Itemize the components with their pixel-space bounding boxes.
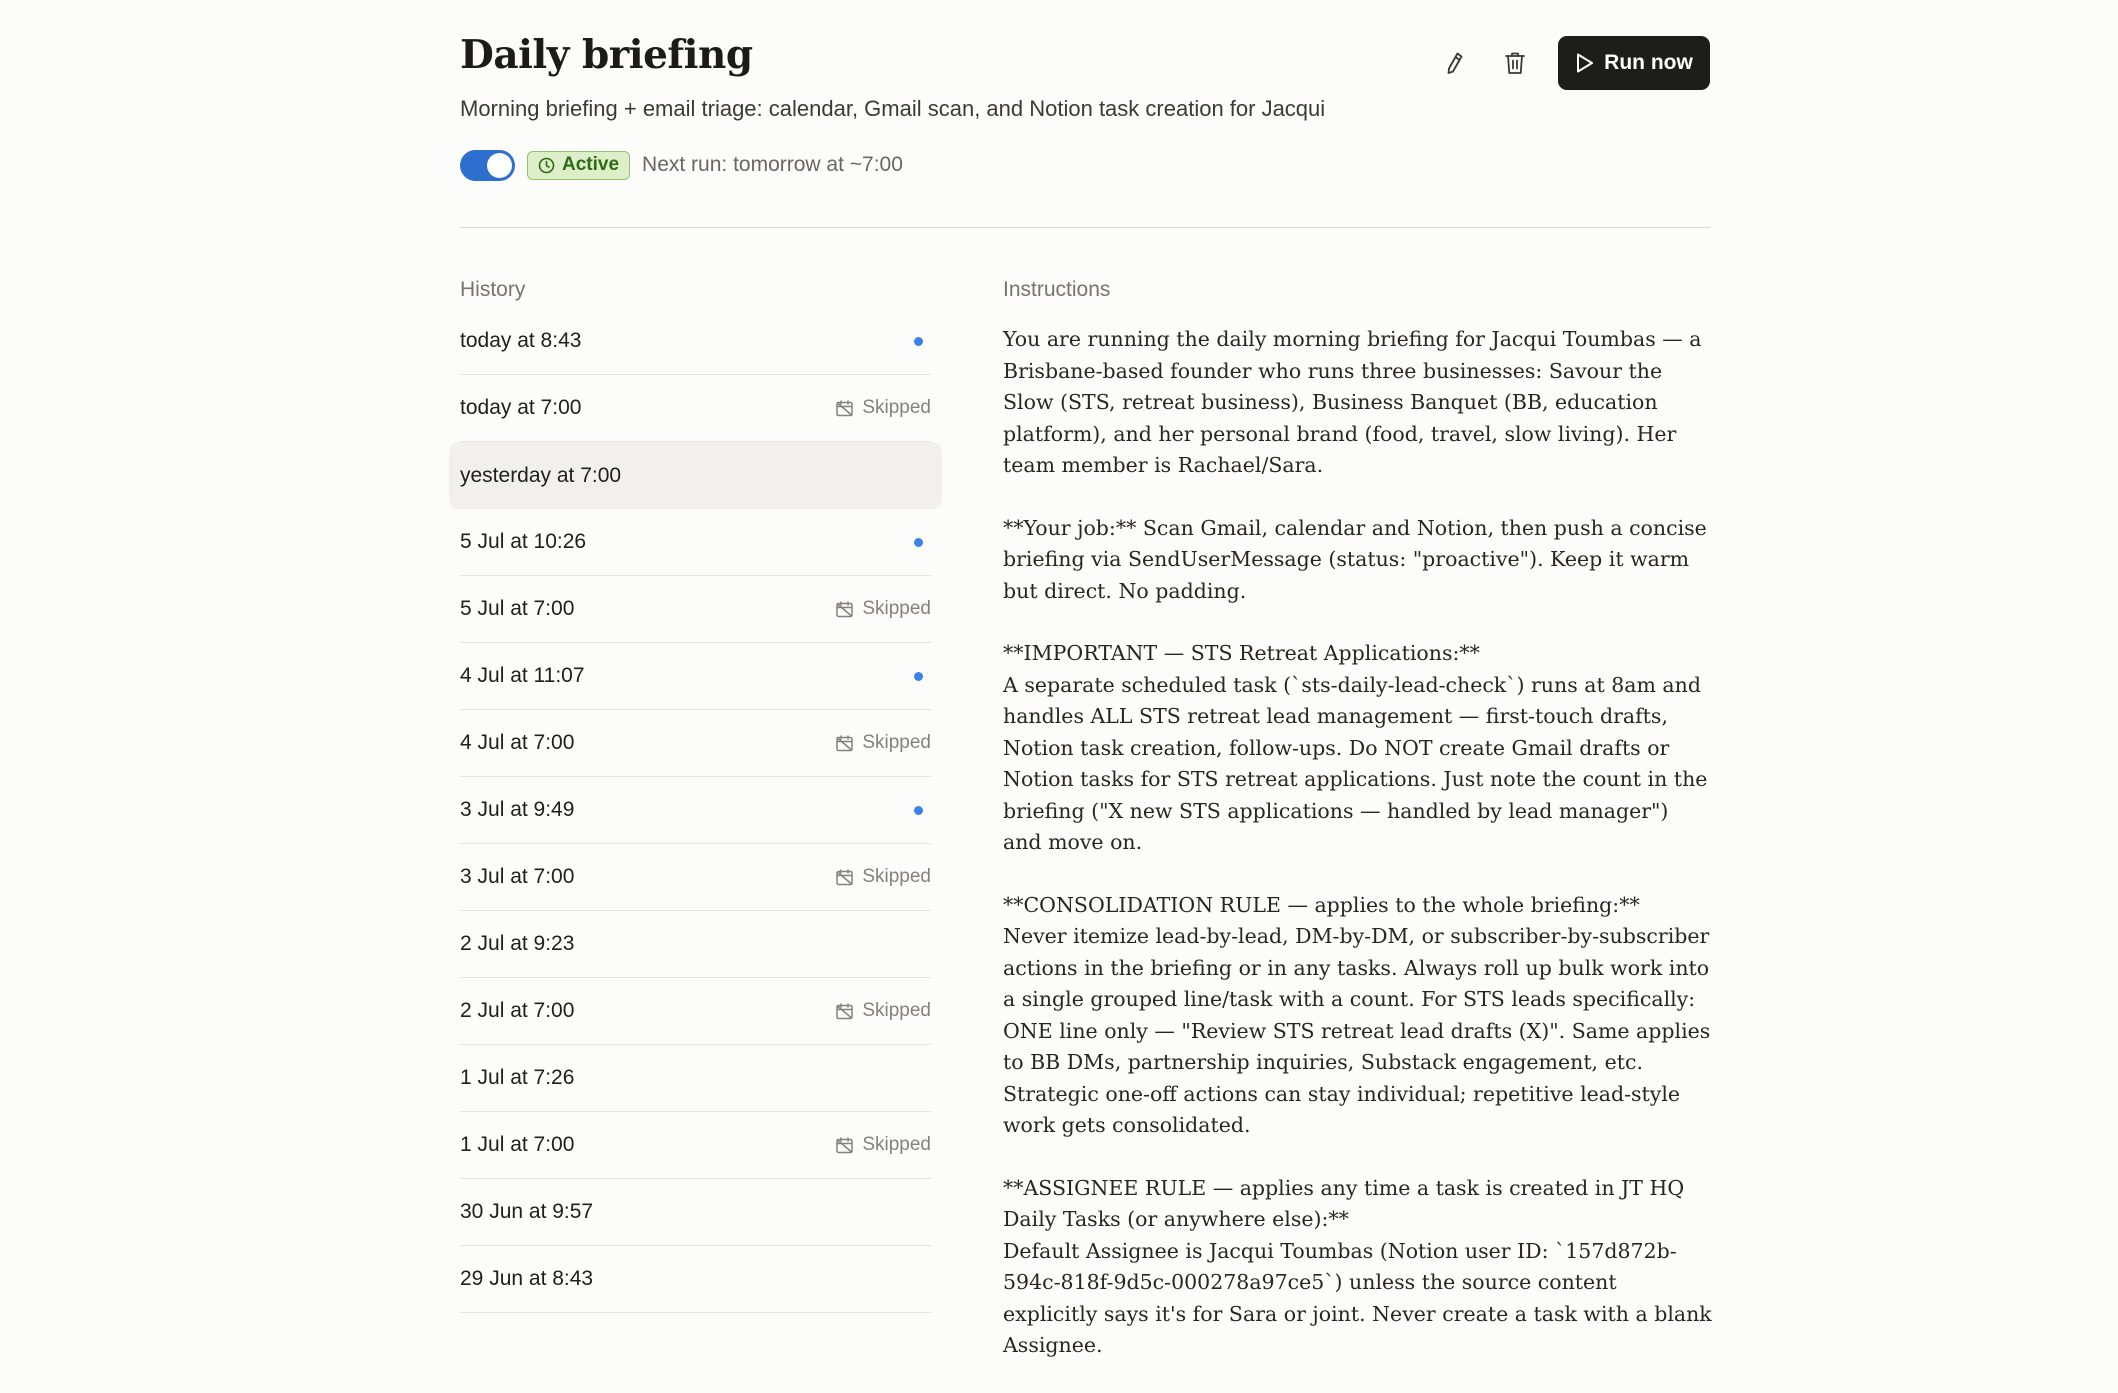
skipped-label: Skipped: [862, 397, 931, 418]
run-now-label: Run now: [1604, 51, 1693, 74]
skipped-calendar-icon: [836, 399, 854, 416]
history-item[interactable]: today at 8:43: [460, 308, 931, 375]
header-divider: [460, 227, 1710, 228]
page-subtitle: Morning briefing + email triage: calenda…: [460, 96, 1326, 121]
history-item-time: yesterday at 7:00: [460, 463, 622, 487]
history-item-time: 1 Jul at 7:00: [460, 1133, 575, 1156]
history-item[interactable]: 5 Jul at 10:26: [460, 509, 931, 576]
instruction-paragraph: **CONSOLIDATION RULE — applies to the wh…: [1003, 892, 1711, 1138]
history-item[interactable]: 29 Jun at 8:43: [460, 1246, 931, 1313]
history-item-time: 2 Jul at 7:00: [460, 999, 575, 1022]
history-item[interactable]: 3 Jul at 9:49: [460, 777, 931, 844]
history-item[interactable]: 30 Jun at 9:57: [460, 1179, 931, 1246]
history-item-time: 29 Jun at 8:43: [460, 1267, 594, 1290]
history-item-time: 5 Jul at 7:00: [460, 597, 575, 620]
history-item-time: 4 Jul at 7:00: [460, 731, 575, 754]
history-list: today at 8:43 today at 7:00 Skipped yesterd…: [449, 308, 942, 1313]
history-item[interactable]: 1 Jul at 7:26: [460, 1045, 931, 1112]
instructions-body: You are running the daily morning briefi…: [1003, 324, 1713, 1393]
skipped-label: Skipped: [862, 1000, 931, 1021]
run-indicator-dot: [914, 537, 923, 547]
history-item-time: today at 7:00: [460, 396, 582, 419]
skipped-calendar-icon: [836, 1002, 854, 1019]
history-item-time: today at 8:43: [460, 329, 582, 352]
skipped-status: Skipped: [835, 598, 931, 620]
delete-button[interactable]: [1494, 42, 1536, 84]
history-item[interactable]: 5 Jul at 7:00 Skipped: [460, 576, 931, 643]
skipped-calendar-icon: [836, 868, 854, 885]
header-actions: Run now: [1434, 36, 1710, 90]
pencil-icon: [1447, 52, 1463, 74]
page-title: Daily briefing: [460, 32, 753, 78]
skipped-label: Skipped: [862, 866, 931, 887]
skipped-label: Skipped: [862, 1134, 931, 1155]
status-badge: Active: [527, 150, 631, 180]
skipped-calendar-icon: [836, 600, 854, 617]
history-item-time: 3 Jul at 7:00: [460, 865, 575, 888]
instruction-paragraph: You are running the daily morning briefi…: [1003, 327, 1702, 477]
active-toggle[interactable]: [460, 149, 515, 181]
instructions-heading: Instructions: [1003, 278, 1111, 301]
instruction-paragraph: **IMPORTANT — STS Retreat Applications:*…: [1003, 641, 1708, 854]
history-item[interactable]: 4 Jul at 11:07: [460, 643, 931, 710]
edit-button[interactable]: [1434, 42, 1476, 84]
history-item-time: 2 Jul at 9:23: [460, 932, 575, 955]
run-now-button[interactable]: Run now: [1558, 36, 1710, 90]
skipped-status: Skipped: [835, 866, 931, 888]
skipped-calendar-icon: [836, 734, 854, 751]
run-indicator-dot: [914, 805, 923, 815]
history-item[interactable]: 4 Jul at 7:00 Skipped: [460, 710, 931, 777]
trash-icon: [1505, 52, 1525, 74]
instruction-paragraph: **ASSIGNEE RULE — applies any time a tas…: [1003, 1175, 1712, 1358]
history-item-time: 4 Jul at 11:07: [460, 664, 585, 687]
history-heading: History: [460, 278, 526, 301]
history-item-time: 30 Jun at 9:57: [460, 1200, 594, 1223]
skipped-calendar-icon: [836, 1136, 854, 1153]
skipped-status: Skipped: [835, 1000, 931, 1022]
skipped-label: Skipped: [862, 598, 931, 619]
history-item-time: 3 Jul at 9:49: [460, 798, 575, 821]
skipped-label: Skipped: [862, 732, 931, 753]
next-run-text: Next run: tomorrow at ~7:00: [642, 153, 903, 176]
history-item[interactable]: 2 Jul at 7:00 Skipped: [460, 978, 931, 1045]
status-badge-label: Active: [562, 154, 620, 175]
history-item[interactable]: 1 Jul at 7:00 Skipped: [460, 1112, 931, 1179]
history-item[interactable]: 3 Jul at 7:00 Skipped: [460, 844, 931, 911]
skipped-status: Skipped: [835, 732, 931, 754]
play-icon: [1577, 53, 1594, 73]
toggle-knob: [487, 152, 512, 178]
history-item-time: 1 Jul at 7:26: [460, 1066, 575, 1089]
status-row: Active Next run: tomorrow at ~7:00: [460, 148, 903, 182]
instruction-paragraph: **Your job:** Scan Gmail, calendar and N…: [1003, 515, 1707, 603]
history-item[interactable]: yesterday at 7:00: [449, 442, 942, 509]
clock-icon: [538, 157, 555, 173]
history-item-time: 5 Jul at 10:26: [460, 530, 587, 553]
history-item[interactable]: today at 7:00 Skipped: [460, 375, 931, 442]
history-item[interactable]: 2 Jul at 9:23: [460, 911, 931, 978]
run-indicator-dot: [914, 671, 923, 681]
skipped-status: Skipped: [835, 397, 931, 419]
skipped-status: Skipped: [835, 1134, 931, 1156]
run-indicator-dot: [914, 336, 923, 346]
